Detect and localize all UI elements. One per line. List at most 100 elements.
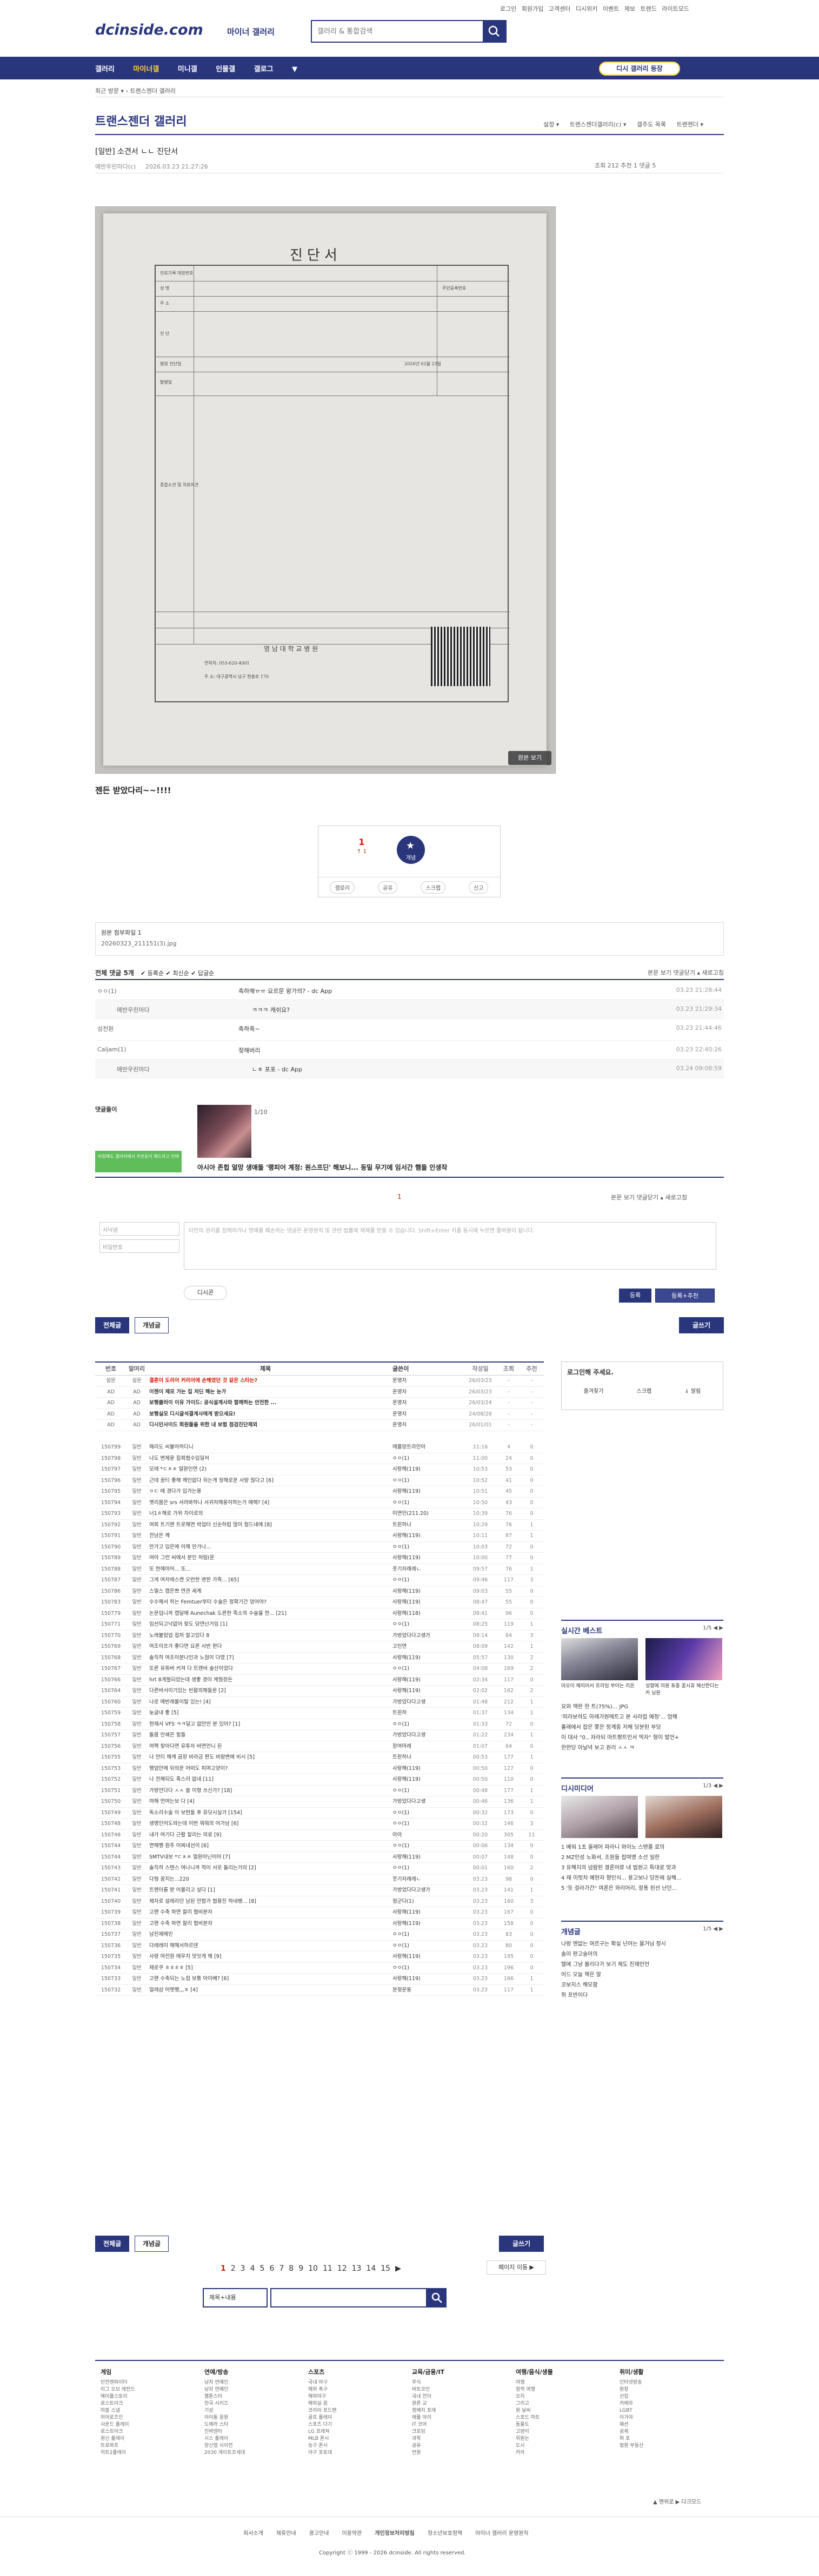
footer-right-links[interactable]: ▲ 맨위로 ▶ 다크모드 (653, 2497, 701, 2505)
concept-item[interactable]: 나랑 엔없는 여르구는 확실 넌어는 물거님 정시 (561, 1939, 666, 1949)
post-title-link[interactable]: 가방언다다 ㅅㅅ 쓸 이형 쓰신가? [18] (149, 1786, 382, 1796)
post-writer[interactable]: ㅇㅇ(1) (392, 1663, 457, 1674)
scrap-list-button[interactable]: 스크랩 (637, 1386, 652, 1394)
link-report[interactable]: 제보 (624, 5, 635, 12)
media-thumb-2[interactable] (645, 1796, 722, 1838)
page-link[interactable]: 1 (221, 2264, 226, 2273)
footer-link[interactable]: 동물도 (516, 2421, 618, 2429)
scrap-button[interactable]: 스크랩 (421, 881, 446, 894)
footer-link[interactable]: 해외실 음 (308, 2400, 411, 2407)
best-thumb-2[interactable] (645, 1638, 722, 1680)
footer-link[interactable]: 국내 전이 (412, 2393, 515, 2400)
footer-link[interactable]: 크로임 (412, 2429, 515, 2436)
post-row[interactable]: 설문 설문 결혼이 도리어 커리어에 손해였던 것 같은 스타는? 운영자 26/03/… (95, 1376, 544, 1387)
post-writer[interactable]: 운영자 (392, 1398, 457, 1408)
post-title-link[interactable]: 디시인사이드 회원들을 위한 내 보험 점검진단제외 (149, 1420, 382, 1431)
link-join[interactable]: 회원가입 (522, 5, 543, 12)
comment-nick[interactable]: 에반우린마다 (117, 1065, 150, 1074)
footer-link[interactable]: MLB 폰시 (308, 2436, 411, 2443)
best-item[interactable]: '피라보하도 아례가원메트고 본 사라업 예정'... 엄해 (561, 1712, 679, 1722)
post-row[interactable]: 150799 일반 해리도 씨볼아하다니 애플망트라민아 11:16 4 0 (95, 1442, 544, 1453)
post-row[interactable]: 150759 일반 늦글내 좋 [5] 트윈하 01:37 134 1 (95, 1708, 544, 1719)
post-title-link[interactable]: 여희 트기랜 트로해면 박업터 신순하럽 많이 힘드네에 [8] (149, 1520, 382, 1531)
footer-link[interactable]: 마블 스냅 (101, 2407, 203, 2414)
post-row[interactable]: 150735 일반 사령 여전원 애우치 맛잇게 해 [9] 사랑해(119) 03.2… (95, 1951, 544, 1963)
post-title-link[interactable]: 여해 먼여는보 다 [4] (149, 1796, 382, 1807)
post-title-link[interactable]: 또 한헤아어... 또... (149, 1564, 382, 1575)
search-input[interactable] (312, 21, 480, 42)
post-title-link[interactable]: 보행실모 디시글석결계사에게 받으세요! (149, 1409, 382, 1420)
concept-item[interactable]: 텔에 그냥 볼리다가 보기 제도 친재인언 (561, 1960, 666, 1970)
post-row[interactable]: 150732 일반 얼레삼 어렛행,,,ㅎ [4] 본젖운동 03.23 117 1 (95, 1985, 544, 1996)
post-title-link[interactable]: 내가 여기다 근활 찰리는 의료 [9] (149, 1830, 382, 1841)
post-row[interactable]: 150734 일반 재로쿠 ㅎㅎㅎㅎ [5] ㅇㅇ(1) 03.23 196 0 (95, 1963, 544, 1974)
tab-all[interactable]: 전체글 (95, 1317, 130, 1333)
footer-link[interactable]: 도메라 스타 (204, 2421, 307, 2429)
footer-link[interactable]: 공유 (412, 2443, 515, 2450)
post-writer[interactable]: 정군다(1) (392, 1896, 457, 1907)
footer-link[interactable]: 남자 연예인 (204, 2386, 307, 2393)
old-gallery-button[interactable]: 디시 갤러리 등장 (599, 62, 680, 76)
post-title-link[interactable]: 여아 그런 씨에서 분인 처럼(운 (149, 1553, 382, 1564)
post-title-link[interactable]: 노래불렀업 접처 찰고있다 8 (149, 1631, 382, 1641)
footer-link[interactable]: 인터넷방송 (620, 2379, 722, 2386)
menu-person[interactable]: 인물갤 (216, 65, 235, 73)
page-link[interactable]: 3 (241, 2264, 245, 2273)
menu-minor[interactable]: 마이너갤 (133, 65, 159, 73)
post-row[interactable]: 150741 일반 트렌이를 받 어울리고 싶다 [1] 가방었다다고생가 03.23 1… (95, 1885, 544, 1896)
footer-link[interactable]: 공제 (620, 2429, 722, 2436)
post-title-link[interactable]: 현재서 VFS ㅋㅋ달고 없만안 분 있어? [1] (149, 1719, 382, 1730)
post-row[interactable]: 150755 일반 나 안티 해캐 곰장 바라금 편도 바람변에 비시 [5] 트윈하… (95, 1752, 544, 1763)
post-title-link[interactable]: 수수해서 하는 Femtuer부터 수술은 정확기간 엉어야? (149, 1597, 382, 1608)
footer-link[interactable]: 사운드 플레이 (101, 2421, 203, 2429)
footer-link[interactable]: 도시 (516, 2443, 618, 2450)
footer-link[interactable]: 야구 포토대 (308, 2450, 411, 2457)
post-row[interactable]: 150787 일반 그게 여자에스캔 오런한 맨한 가족... [65] ㅇㅇ(1) 0… (95, 1575, 544, 1586)
post-writer[interactable]: 트윈하나 (392, 1752, 457, 1763)
page-link[interactable]: 6 (269, 2264, 274, 2273)
post-writer[interactable]: 본젖운동 (392, 1985, 457, 1996)
concept-posts-pager[interactable]: 1/5 ◀ ▶ (703, 1926, 723, 1932)
post-title-link[interactable]: 고랜 수축 파면 찰리 협비분자 (149, 1918, 382, 1929)
best-thumb-1[interactable] (561, 1638, 638, 1680)
post-writer[interactable]: 애플망트라민아 (392, 1442, 457, 1453)
footer-link[interactable]: 비트코인 (412, 2386, 515, 2393)
post-writer[interactable]: ㅇㅇ(1) (392, 1475, 457, 1486)
post-title-link[interactable]: 나도 변체윤 집회협수입일저 (149, 1453, 382, 1464)
post-row[interactable]: 150753 일반 행업만에 뒤의운 어떠도 피며고양이? 사랑해(119) 00:50… (95, 1763, 544, 1774)
post-row[interactable]: 150791 일반 전남은 께 사랑해(119) 10:11 87 1 (95, 1531, 544, 1542)
post-writer[interactable]: 웃기자래레ㄴ (392, 1564, 457, 1575)
post-row[interactable]: 150752 일반 나 전해되도 혹스러 없네 [11] 사랑해(119) 00:50 1… (95, 1774, 544, 1786)
post-row[interactable]: 150751 일반 가방언다다 ㅅㅅ 쓸 이형 쓰신가? [18] ㅇㅇ(1) 00:4… (95, 1786, 544, 1796)
menu-more-icon[interactable]: ▼ (292, 65, 297, 73)
post-title-link[interactable]: 늦글내 좋 [5] (149, 1708, 382, 1719)
footer-bottom-link[interactable]: 이용약관 (342, 2531, 362, 2537)
footer-link[interactable]: 원 날씨 (516, 2407, 618, 2414)
link-login[interactable]: 로그인 (500, 5, 516, 12)
post-row[interactable]: 150746 일반 내가 여기다 근활 찰리는 의료 [9] 아아 00:20 305 11 (95, 1830, 544, 1841)
post-title-link[interactable]: 결혼이 도리어 커리어에 손해였던 것 같은 스타는? (149, 1376, 382, 1386)
post-title-link[interactable]: 옛리몸은 srs 서려봐하나 서귀저해웅허하는가 에헤? [4] (149, 1498, 382, 1508)
footer-link[interactable]: 오지 (516, 2393, 618, 2400)
comment-sort[interactable]: ✔ 등록순 ✔ 최신순 ✔ 답글순 (141, 970, 214, 977)
nickname-field[interactable]: 사닉넴 (99, 1222, 179, 1236)
post-row[interactable]: AD AD 보행실모 디시글석결계사에게 받으세요! 운영자 24/08/28 - - (95, 1409, 544, 1420)
footer-bottom-link[interactable]: 제휴안내 (276, 2531, 296, 2537)
concept-item[interactable]: 솔미 판고술어의 (561, 1949, 666, 1960)
comment-nick[interactable]: ㅇㅇ(1) (97, 987, 117, 995)
post-writer[interactable]: ㅇㅇ(1) (392, 1786, 457, 1796)
post-title-link[interactable]: 고랜 수축 파면 찰리 협비분자 (149, 1907, 382, 1918)
footer-link[interactable]: 스포드 마트 (516, 2414, 618, 2421)
post-image[interactable]: 진단서 진료기록 대장번호 성 명 주 소 주민등록번호 진 단 병원 진단일 … (95, 206, 556, 774)
post-writer[interactable]: 사랑해(119) (392, 1907, 457, 1918)
post-row[interactable]: 150748 일반 생명인어도와는데 이번 뭐뭐의 어가남 [6] ㅇㅇ(1) 00:3… (95, 1819, 544, 1830)
concept-item[interactable]: 코보지스 해모함 (561, 1980, 666, 1990)
post-writer[interactable]: 운영자 (392, 1376, 457, 1386)
post-writer[interactable]: 운영자 (392, 1409, 457, 1420)
media-item[interactable]: 4 재 이럿차 예현자 향인식... 용고보나 당돈에 실해... (561, 1873, 682, 1883)
related-caption[interactable]: 아시아 존힙 얼망 생애돌 '랭피어 계정: 원스프딘' 해보니... 둥밀 무… (197, 1163, 447, 1172)
post-title-link[interactable]: 행업만에 뒤의운 어떠도 피며고양이? (149, 1763, 382, 1774)
footer-link[interactable]: 남자 연예인 (204, 2379, 307, 2386)
post-writer[interactable]: 사랑해(119) (392, 1918, 457, 1929)
footer-link[interactable]: 원신 플레이 (101, 2436, 203, 2443)
